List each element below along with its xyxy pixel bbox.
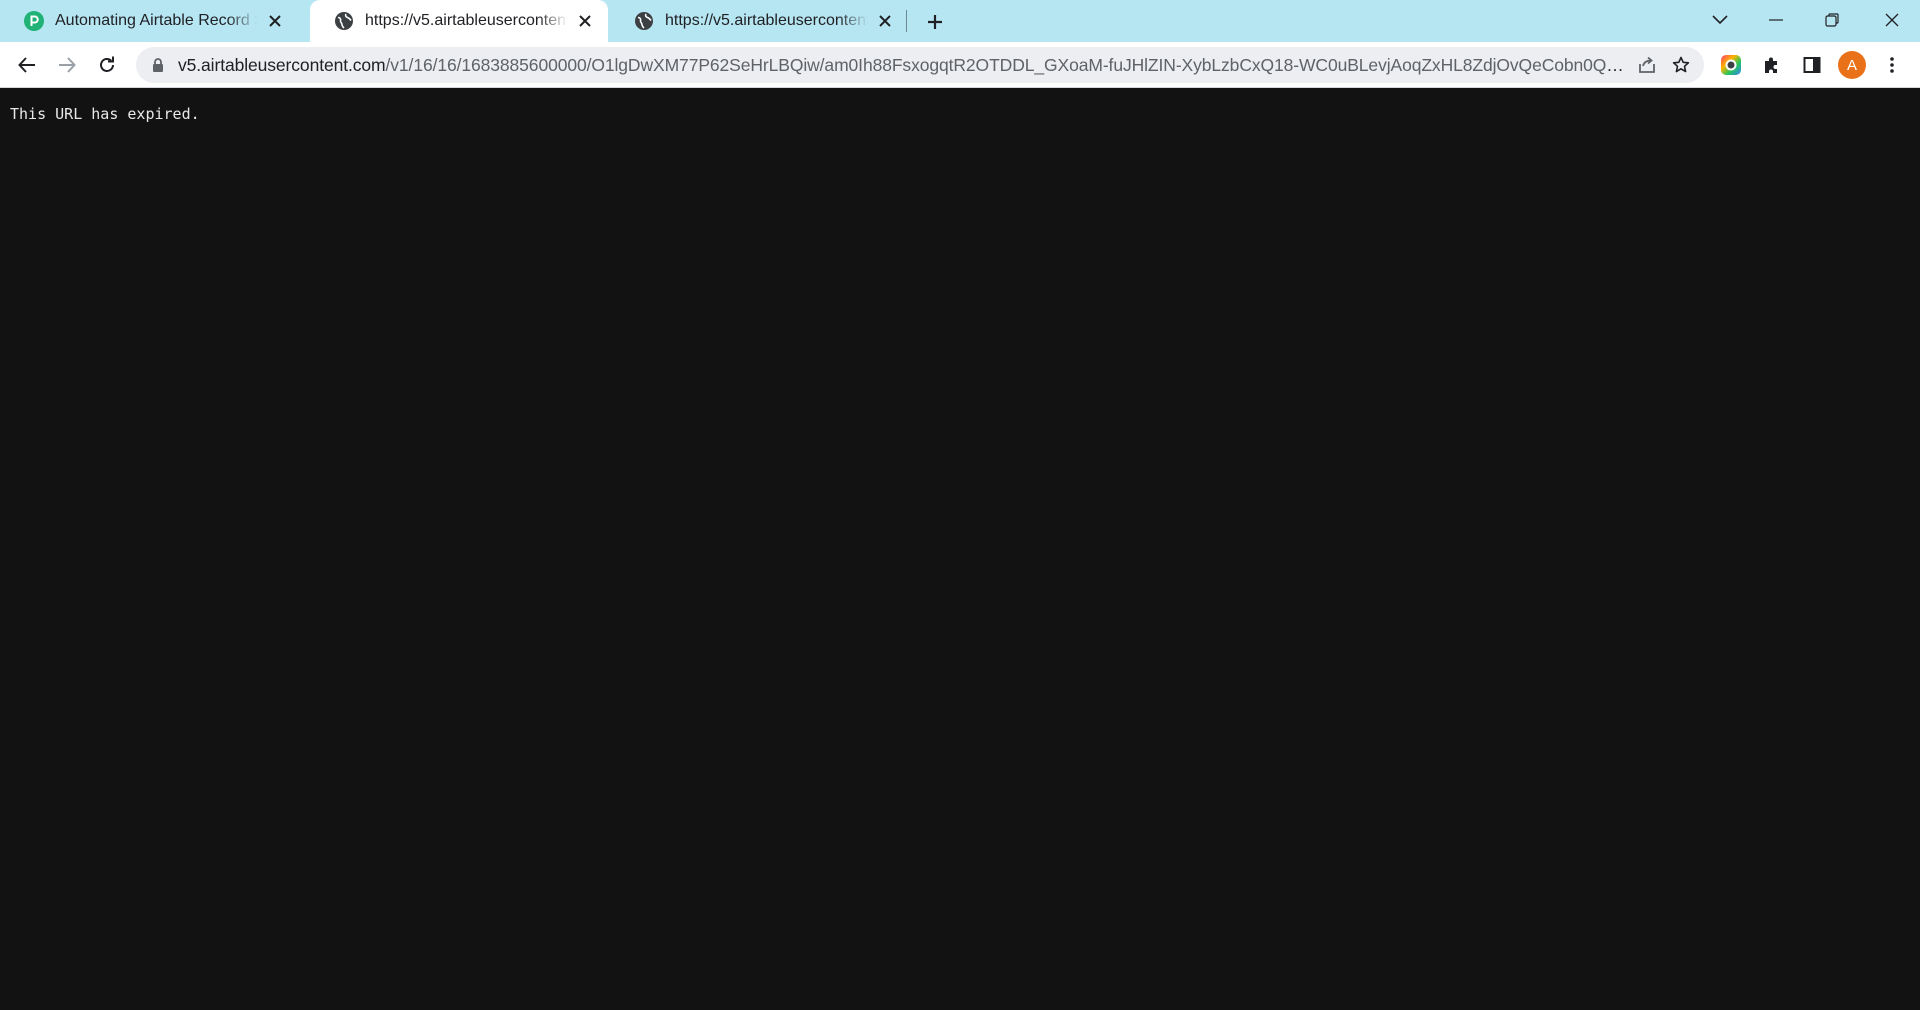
extension-color-icon[interactable] — [1714, 48, 1748, 82]
close-window-button[interactable] — [1864, 0, 1920, 40]
restore-icon — [1825, 13, 1839, 27]
url-path: /v1/16/16/1683885600000/O1lgDwXM77P62SeH… — [385, 54, 1630, 75]
forward-button[interactable] — [50, 48, 84, 82]
tab-airtable-content-active[interactable]: https://v5.airtableusercontent.com — [310, 0, 608, 42]
url-text[interactable]: v5.airtableusercontent.com/v1/16/16/1683… — [178, 55, 1630, 76]
back-button[interactable] — [10, 48, 44, 82]
tab-search-button[interactable] — [1692, 0, 1748, 40]
bookmark-star-icon[interactable] — [1664, 48, 1698, 82]
expired-message: This URL has expired. — [10, 105, 200, 123]
kebab-menu-icon — [1890, 57, 1894, 73]
tab-title: https://v5.airtableusercontent.com — [365, 12, 568, 29]
browser-toolbar: v5.airtableusercontent.com/v1/16/16/1683… — [0, 42, 1920, 88]
address-bar[interactable]: v5.airtableusercontent.com/v1/16/16/1683… — [136, 47, 1704, 83]
close-tab-icon[interactable] — [874, 10, 896, 32]
tab-title: https://v5.airtableusercontent.com — [665, 12, 868, 29]
minimize-icon — [1769, 19, 1783, 21]
globe-icon — [634, 11, 654, 31]
close-tab-icon[interactable] — [574, 10, 596, 32]
browser-menu-button[interactable] — [1875, 48, 1909, 82]
arrow-right-icon — [59, 57, 76, 73]
tab-title: Automating Airtable Record > M — [55, 12, 258, 29]
side-panel-icon[interactable] — [1795, 48, 1829, 82]
globe-icon — [334, 11, 354, 31]
reload-icon — [100, 56, 114, 72]
reload-button[interactable] — [90, 48, 124, 82]
tab-strip: Automating Airtable Record > M https://v… — [0, 0, 1920, 42]
restore-button[interactable] — [1804, 0, 1860, 40]
arrow-left-icon — [18, 57, 35, 73]
extensions-puzzle-icon[interactable] — [1755, 48, 1789, 82]
share-icon[interactable] — [1630, 48, 1664, 82]
tab-airtable-content[interactable]: https://v5.airtableusercontent.com — [610, 0, 908, 42]
pabbly-icon — [24, 11, 44, 31]
chevron-down-icon — [1712, 15, 1728, 25]
close-icon — [1885, 13, 1899, 27]
plus-icon — [928, 15, 942, 29]
lock-icon[interactable] — [150, 57, 166, 73]
url-host: v5.airtableusercontent.com — [178, 54, 386, 75]
tab-divider — [906, 10, 907, 32]
new-tab-button[interactable] — [922, 9, 948, 35]
page-content: This URL has expired. — [0, 89, 1920, 1010]
profile-button[interactable]: A — [1835, 48, 1869, 82]
avatar: A — [1838, 51, 1866, 79]
tab-automating-airtable[interactable]: Automating Airtable Record > M — [0, 0, 298, 42]
close-tab-icon[interactable] — [264, 10, 286, 32]
minimize-button[interactable] — [1748, 0, 1804, 40]
